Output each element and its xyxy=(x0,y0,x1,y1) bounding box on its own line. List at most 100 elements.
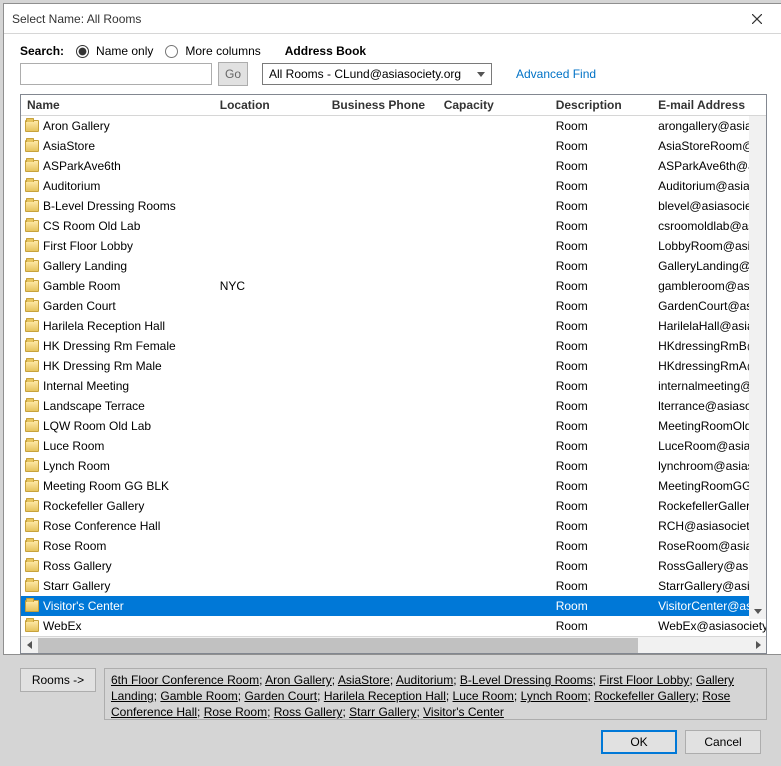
table-row[interactable]: Garden CourtRoomGardenCourt@asia xyxy=(21,296,766,316)
col-header-phone[interactable]: Business Phone xyxy=(326,95,438,115)
row-phone xyxy=(326,463,438,469)
selected-room[interactable]: Ross Gallery xyxy=(274,705,343,719)
row-capacity xyxy=(438,443,550,449)
selected-room[interactable]: Visitor's Center xyxy=(423,705,504,719)
scroll-left-button[interactable] xyxy=(21,641,38,649)
selected-room[interactable]: Rockefeller Gallery xyxy=(594,689,695,703)
rooms-button[interactable]: Rooms -> xyxy=(20,668,96,692)
table-row[interactable]: B-Level Dressing RoomsRoomblevel@asiasoc… xyxy=(21,196,766,216)
table-row[interactable]: Landscape TerraceRoomlterrance@asiasoc xyxy=(21,396,766,416)
radio-name-only[interactable]: Name only xyxy=(76,44,153,58)
selected-room[interactable]: First Floor Lobby xyxy=(599,673,689,687)
selected-room[interactable]: AsiaStore xyxy=(338,673,390,687)
dialog-content: Search: Name only More columns Address B… xyxy=(4,34,781,766)
table-row[interactable]: ASParkAve6thRoomASParkAve6th@asi xyxy=(21,156,766,176)
row-name: HK Dressing Rm Female xyxy=(43,339,176,353)
go-button[interactable]: Go xyxy=(218,62,248,86)
folder-icon xyxy=(25,280,39,292)
scroll-down-button[interactable] xyxy=(749,602,766,619)
address-book-select[interactable]: All Rooms - CLund@asiasociety.org xyxy=(262,63,492,85)
radio-more-columns[interactable]: More columns xyxy=(165,44,260,58)
row-name: Gallery Landing xyxy=(43,259,127,273)
selected-room[interactable]: B-Level Dressing Rooms xyxy=(460,673,593,687)
selected-room[interactable]: Garden Court xyxy=(244,689,317,703)
row-capacity xyxy=(438,463,550,469)
table-row[interactable]: Visitor's CenterRoomVisitorCenter@asia xyxy=(21,596,766,616)
table-row[interactable]: Lynch RoomRoomlynchroom@asiaso xyxy=(21,456,766,476)
folder-icon xyxy=(25,520,39,532)
table-row[interactable]: Harilela Reception HallRoomHarilelaHall@… xyxy=(21,316,766,336)
table-row[interactable]: WebExRoomWebEx@asiasociety xyxy=(21,616,766,636)
row-capacity xyxy=(438,483,550,489)
table-row[interactable]: Rose RoomRoomRoseRoom@asiaso xyxy=(21,536,766,556)
chevron-down-icon xyxy=(754,607,762,615)
col-header-email[interactable]: E-mail Address xyxy=(652,95,766,115)
table-row[interactable]: Gallery LandingRoomGalleryLanding@a xyxy=(21,256,766,276)
row-name: Garden Court xyxy=(43,299,116,313)
selected-room[interactable]: Harilela Reception Hall xyxy=(324,689,446,703)
row-phone xyxy=(326,583,438,589)
table-row[interactable]: First Floor LobbyRoomLobbyRoom@asia xyxy=(21,236,766,256)
col-header-location[interactable]: Location xyxy=(214,95,326,115)
table-row[interactable]: Aron GalleryRoomarongallery@asias xyxy=(21,116,766,136)
row-name: Starr Gallery xyxy=(43,579,110,593)
table-row[interactable]: Rockefeller GalleryRoomRockefellerGaller… xyxy=(21,496,766,516)
table-row[interactable]: LQW Room Old LabRoomMeetingRoomOldl xyxy=(21,416,766,436)
selected-room[interactable]: Rose Room xyxy=(204,705,267,719)
radio-name-only-label: Name only xyxy=(96,44,153,58)
dialog-window: Select Name: All Rooms Search: Name only… xyxy=(3,3,781,655)
radio-more-columns-input[interactable] xyxy=(165,45,178,58)
row-location xyxy=(214,463,326,469)
advanced-find-link[interactable]: Advanced Find xyxy=(516,67,596,81)
row-phone xyxy=(326,443,438,449)
close-button[interactable] xyxy=(739,4,775,34)
row-capacity xyxy=(438,243,550,249)
selected-room[interactable]: Lynch Room xyxy=(521,689,588,703)
row-location xyxy=(214,223,326,229)
col-header-description[interactable]: Description xyxy=(550,95,652,115)
horizontal-scrollbar[interactable] xyxy=(21,636,766,653)
folder-icon xyxy=(25,540,39,552)
vertical-scrollbar[interactable] xyxy=(749,116,766,619)
col-header-name[interactable]: Name xyxy=(21,95,214,115)
table-row[interactable]: AsiaStoreRoomAsiaStoreRoom@a xyxy=(21,136,766,156)
row-name: Gamble Room xyxy=(43,279,120,293)
folder-icon xyxy=(25,420,39,432)
table-row[interactable]: HK Dressing Rm MaleRoomHKdressingRmA@a xyxy=(21,356,766,376)
table-row[interactable]: Starr GalleryRoomStarrGallery@asias xyxy=(21,576,766,596)
selected-room[interactable]: Auditorium xyxy=(396,673,453,687)
selected-room[interactable]: Aron Gallery xyxy=(265,673,332,687)
selected-room[interactable]: Starr Gallery xyxy=(349,705,416,719)
col-header-capacity[interactable]: Capacity xyxy=(438,95,550,115)
horizontal-scroll-thumb[interactable] xyxy=(38,638,638,653)
row-phone xyxy=(326,503,438,509)
table-row[interactable]: CS Room Old LabRoomcsroomoldlab@asi xyxy=(21,216,766,236)
table-row[interactable]: Meeting Room GG BLKRoomMeetingRoomGGB xyxy=(21,476,766,496)
selected-room[interactable]: Luce Room xyxy=(453,689,514,703)
row-phone xyxy=(326,523,438,529)
row-description: Room xyxy=(550,216,652,236)
search-input[interactable] xyxy=(20,63,212,85)
row-description: Room xyxy=(550,556,652,576)
row-location xyxy=(214,163,326,169)
table-row[interactable]: Internal MeetingRoominternalmeeting@ xyxy=(21,376,766,396)
scroll-right-button[interactable] xyxy=(749,641,766,649)
ok-button[interactable]: OK xyxy=(601,730,677,754)
selected-room[interactable]: 6th Floor Conference Room xyxy=(111,673,259,687)
row-capacity xyxy=(438,623,550,629)
row-location xyxy=(214,363,326,369)
radio-name-only-input[interactable] xyxy=(76,45,89,58)
table-row[interactable]: Ross GalleryRoomRossGallery@asias xyxy=(21,556,766,576)
row-capacity xyxy=(438,183,550,189)
selected-room[interactable]: Gamble Room xyxy=(160,689,237,703)
table-row[interactable]: HK Dressing Rm FemaleRoomHKdressingRmB@a xyxy=(21,336,766,356)
table-row[interactable]: AuditoriumRoomAuditorium@asias xyxy=(21,176,766,196)
selected-rooms-box[interactable]: 6th Floor Conference Room; Aron Gallery;… xyxy=(104,668,767,720)
row-capacity xyxy=(438,343,550,349)
cancel-button[interactable]: Cancel xyxy=(685,730,761,754)
table-row[interactable]: Gamble RoomNYCRoomgambleroom@asia xyxy=(21,276,766,296)
folder-icon xyxy=(25,320,39,332)
table-row[interactable]: Rose Conference HallRoomRCH@asiasociety.… xyxy=(21,516,766,536)
row-phone xyxy=(326,603,438,609)
table-row[interactable]: Luce RoomRoomLuceRoom@asiaso xyxy=(21,436,766,456)
